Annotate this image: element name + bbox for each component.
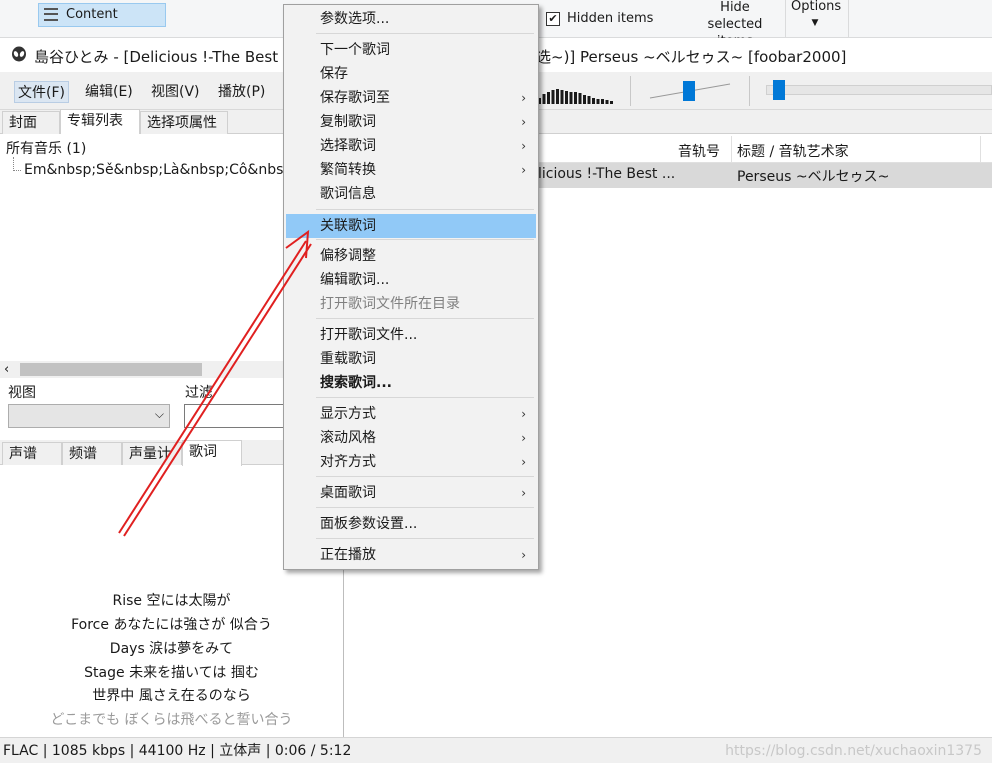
red-annotation-arrow: [118, 229, 312, 537]
